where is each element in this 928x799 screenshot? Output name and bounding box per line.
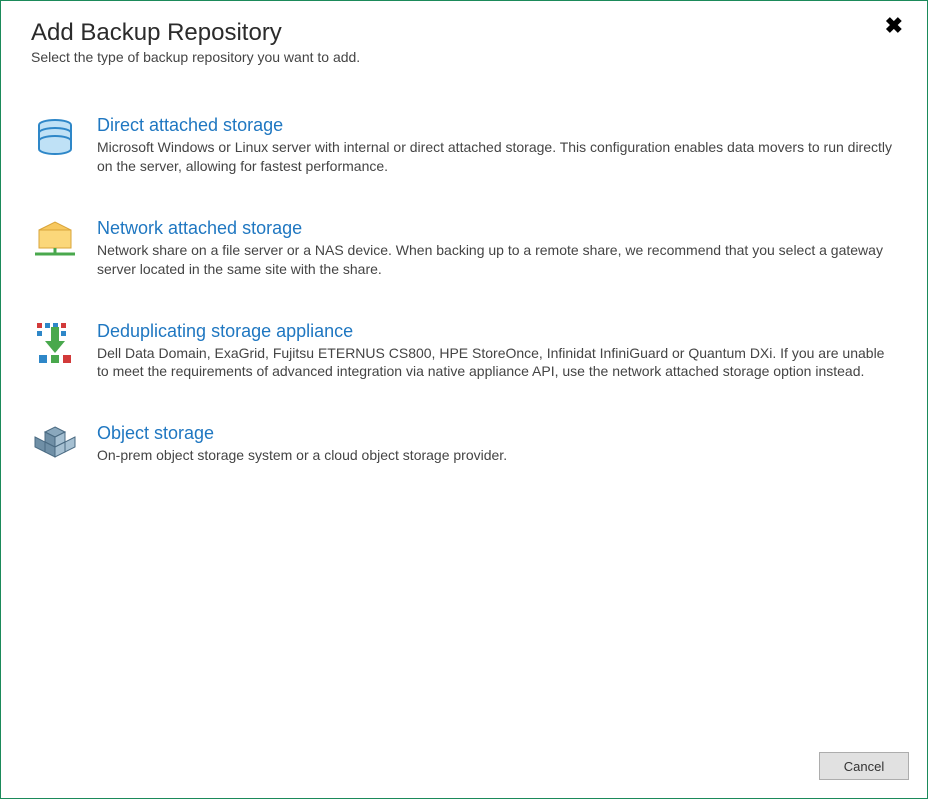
add-backup-repository-dialog: ✖ Add Backup Repository Select the type … — [0, 0, 928, 799]
option-network-attached-storage[interactable]: Network attached storage Network share o… — [31, 218, 897, 279]
option-text: Deduplicating storage appliance Dell Dat… — [97, 321, 897, 382]
dedup-appliance-icon — [31, 321, 79, 369]
dialog-footer: Cancel — [1, 740, 927, 798]
option-text: Network attached storage Network share o… — [97, 218, 897, 279]
cancel-button[interactable]: Cancel — [819, 752, 909, 780]
option-object-storage[interactable]: Object storage On-prem object storage sy… — [31, 423, 897, 471]
option-description: Dell Data Domain, ExaGrid, Fujitsu ETERN… — [97, 344, 897, 382]
option-title: Direct attached storage — [97, 115, 897, 136]
dialog-subtitle: Select the type of backup repository you… — [31, 49, 897, 65]
option-direct-attached-storage[interactable]: Direct attached storage Microsoft Window… — [31, 115, 897, 176]
disk-stack-icon — [31, 115, 79, 163]
option-title: Deduplicating storage appliance — [97, 321, 897, 342]
option-title: Network attached storage — [97, 218, 897, 239]
option-deduplicating-storage-appliance[interactable]: Deduplicating storage appliance Dell Dat… — [31, 321, 897, 382]
option-description: On-prem object storage system or a cloud… — [97, 446, 897, 465]
dialog-header: Add Backup Repository Select the type of… — [1, 1, 927, 65]
option-description: Microsoft Windows or Linux server with i… — [97, 138, 897, 176]
network-share-icon — [31, 218, 79, 266]
object-storage-icon — [31, 423, 79, 471]
dialog-title: Add Backup Repository — [31, 19, 897, 47]
option-text: Direct attached storage Microsoft Window… — [97, 115, 897, 176]
options-list: Direct attached storage Microsoft Window… — [1, 65, 927, 740]
option-text: Object storage On-prem object storage sy… — [97, 423, 897, 465]
option-title: Object storage — [97, 423, 897, 444]
option-description: Network share on a file server or a NAS … — [97, 241, 897, 279]
